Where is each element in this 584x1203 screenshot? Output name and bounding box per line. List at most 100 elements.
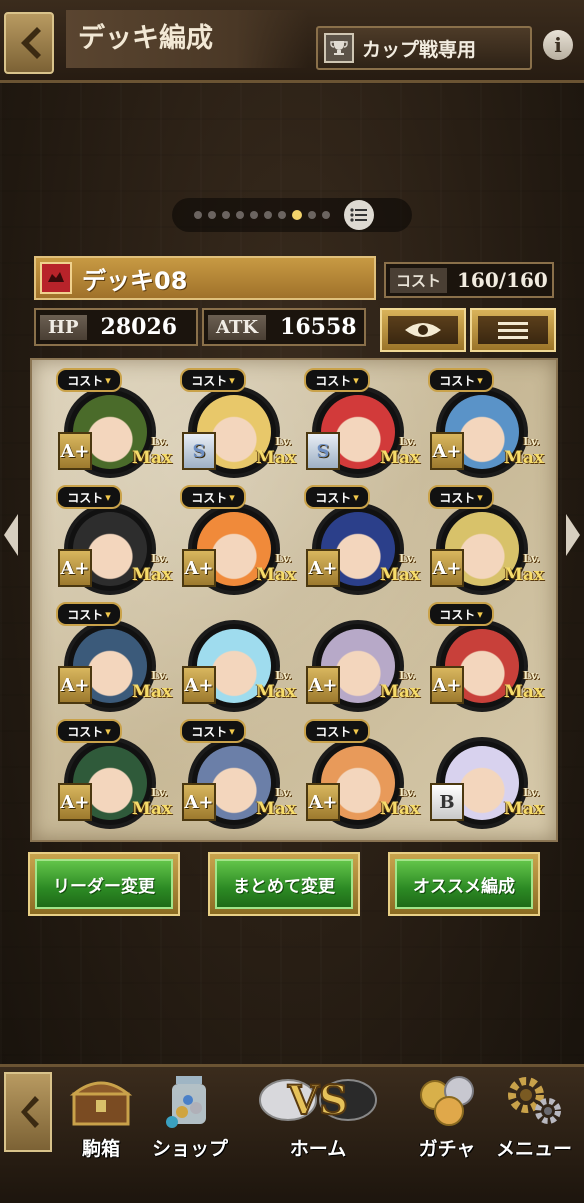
unit-slot[interactable]: コスト A+ Lv.Max: [172, 719, 296, 840]
nav-box[interactable]: 駒箱: [64, 1068, 138, 1161]
back-button[interactable]: [4, 12, 54, 74]
hp-tag: HP: [40, 314, 87, 340]
nav-shop[interactable]: ショップ: [152, 1068, 228, 1161]
chevron-left-icon: [21, 1096, 39, 1128]
unit-slot[interactable]: コスト A+ Lv.Max: [48, 719, 172, 840]
unit-level-prefix: Lv.: [151, 669, 168, 682]
deck-name-bar[interactable]: デッキ08: [34, 256, 376, 300]
unit-rank-badge: A+: [306, 666, 340, 704]
atk-box: ATK 16558: [202, 308, 366, 346]
cup-mode-label: カップ戦専用: [362, 38, 477, 61]
cup-mode-button[interactable]: カップ戦専用: [316, 26, 532, 70]
unit-level-prefix: Lv.: [399, 552, 416, 565]
hp-value: 28026: [100, 314, 178, 340]
prev-deck-arrow-icon[interactable]: [2, 512, 20, 558]
unit-level-max: Max: [132, 565, 172, 585]
unit-slot[interactable]: コスト A+ Lv.Max: [296, 485, 420, 606]
unit-level: Lv. Max: [490, 552, 544, 586]
unit-rank-badge: A+: [306, 783, 340, 821]
next-deck-arrow-icon[interactable]: [564, 512, 582, 558]
unit-slot[interactable]: コスト A+ Lv.Max: [420, 602, 544, 723]
unit-slot[interactable]: コスト A+ Lv.Max: [48, 485, 172, 606]
nav-menu[interactable]: メニュー: [496, 1068, 572, 1161]
unit-cost-badge: コスト: [304, 368, 370, 392]
unit-level: Lv. Max: [242, 670, 296, 703]
bulk-change-button[interactable]: まとめて変更: [208, 852, 360, 916]
coin-jar-icon: [153, 1068, 227, 1132]
atk-tag: ATK: [208, 314, 267, 340]
unit-level-max: Max: [132, 448, 172, 468]
unit-slot[interactable]: コスト A+ Lv.Max: [48, 368, 172, 489]
pager-dot[interactable]: [322, 211, 330, 219]
pager-dot[interactable]: [194, 211, 202, 219]
unit-slot[interactable]: コスト A+ Lv.Max: [420, 368, 544, 489]
unit-slot[interactable]: コスト A+ Lv.Max: [420, 485, 544, 606]
pager-dot-active[interactable]: [292, 210, 302, 220]
chevron-left-icon: [21, 27, 41, 59]
pager-dot[interactable]: [208, 211, 216, 219]
pager-dot[interactable]: [308, 211, 316, 219]
pager-dot[interactable]: [222, 211, 230, 219]
deck-emblem-icon: [40, 262, 72, 294]
unit-level-max: Max: [504, 799, 544, 819]
hp-box: HP 28026: [34, 308, 198, 346]
unit-rank-badge: A+: [58, 549, 92, 587]
unit-slot[interactable]: A+ Lv. Max: [296, 606, 420, 723]
pager-dot[interactable]: [250, 211, 258, 219]
unit-slot[interactable]: コスト S Lv.Max: [296, 368, 420, 489]
unit-level-prefix: Lv.: [151, 552, 168, 565]
unit-rank-badge: A+: [430, 549, 464, 587]
unit-slot[interactable]: コスト A+ Lv.Max: [48, 602, 172, 723]
nav-home[interactable]: VS ホーム: [252, 1068, 384, 1161]
pager-dot[interactable]: [264, 211, 272, 219]
list-icon: [350, 208, 367, 222]
nav-home-label: ホーム: [289, 1138, 347, 1160]
deck-list-button[interactable]: [344, 200, 374, 230]
sort-menu-button[interactable]: [470, 308, 556, 352]
unit-level: Lv. Max: [242, 436, 296, 469]
info-button[interactable]: i: [543, 30, 573, 60]
nav-box-label: 駒箱: [81, 1138, 120, 1160]
deck-name: デッキ08: [82, 266, 188, 295]
unit-rank-badge: A+: [58, 432, 92, 470]
unit-rank-badge: A+: [430, 432, 464, 470]
unit-slot[interactable]: コスト A+ Lv.Max: [296, 719, 420, 840]
pager-dot[interactable]: [236, 211, 244, 219]
cost-value: 160/160: [457, 268, 548, 292]
unit-cost-badge: コスト: [56, 368, 122, 392]
unit-rank-badge: A+: [430, 666, 464, 704]
unit-rank-badge: A+: [58, 666, 92, 704]
cost-tag: コスト: [390, 267, 448, 293]
pager-dot[interactable]: [278, 211, 286, 219]
nav-back-button[interactable]: [4, 1072, 52, 1152]
unit-level-max: Max: [256, 799, 296, 819]
unit-slot[interactable]: コスト A+ Lv.Max: [172, 485, 296, 606]
unit-cost-badge: コスト: [56, 485, 122, 509]
unit-slot[interactable]: B Lv. Max: [420, 723, 544, 840]
unit-level-prefix: Lv.: [275, 786, 292, 799]
unit-level-max: Max: [256, 448, 296, 468]
leader-change-button[interactable]: リーダー変更: [28, 852, 180, 916]
unit-cost-badge: コスト: [180, 719, 246, 743]
unit-level-prefix: Lv.: [151, 786, 168, 799]
unit-level-max: Max: [132, 799, 172, 819]
view-button[interactable]: [380, 308, 466, 352]
unit-cost-badge: コスト: [428, 602, 494, 626]
unit-level-max: Max: [504, 682, 544, 702]
unit-cost-badge: コスト: [180, 485, 246, 509]
nav-gacha[interactable]: ガチャ: [410, 1068, 484, 1161]
unit-level: Lv. Max: [118, 552, 172, 586]
unit-level: Lv. Max: [242, 786, 296, 820]
recommend-button[interactable]: オススメ編成: [388, 852, 540, 916]
unit-slot[interactable]: A+ Lv. Max: [172, 606, 296, 723]
unit-level: Lv. Max: [118, 436, 172, 469]
leader-change-label: リーダー変更: [35, 859, 173, 909]
unit-cost-badge: コスト: [56, 602, 122, 626]
unit-rank-badge: A+: [182, 666, 216, 704]
unit-rank-badge: A+: [58, 783, 92, 821]
deck-pager: [172, 198, 412, 232]
unit-level-prefix: Lv.: [523, 552, 540, 565]
unit-slot[interactable]: コスト S Lv.Max: [172, 368, 296, 489]
unit-level: Lv. Max: [490, 670, 544, 703]
nav-shop-label: ショップ: [152, 1138, 229, 1160]
